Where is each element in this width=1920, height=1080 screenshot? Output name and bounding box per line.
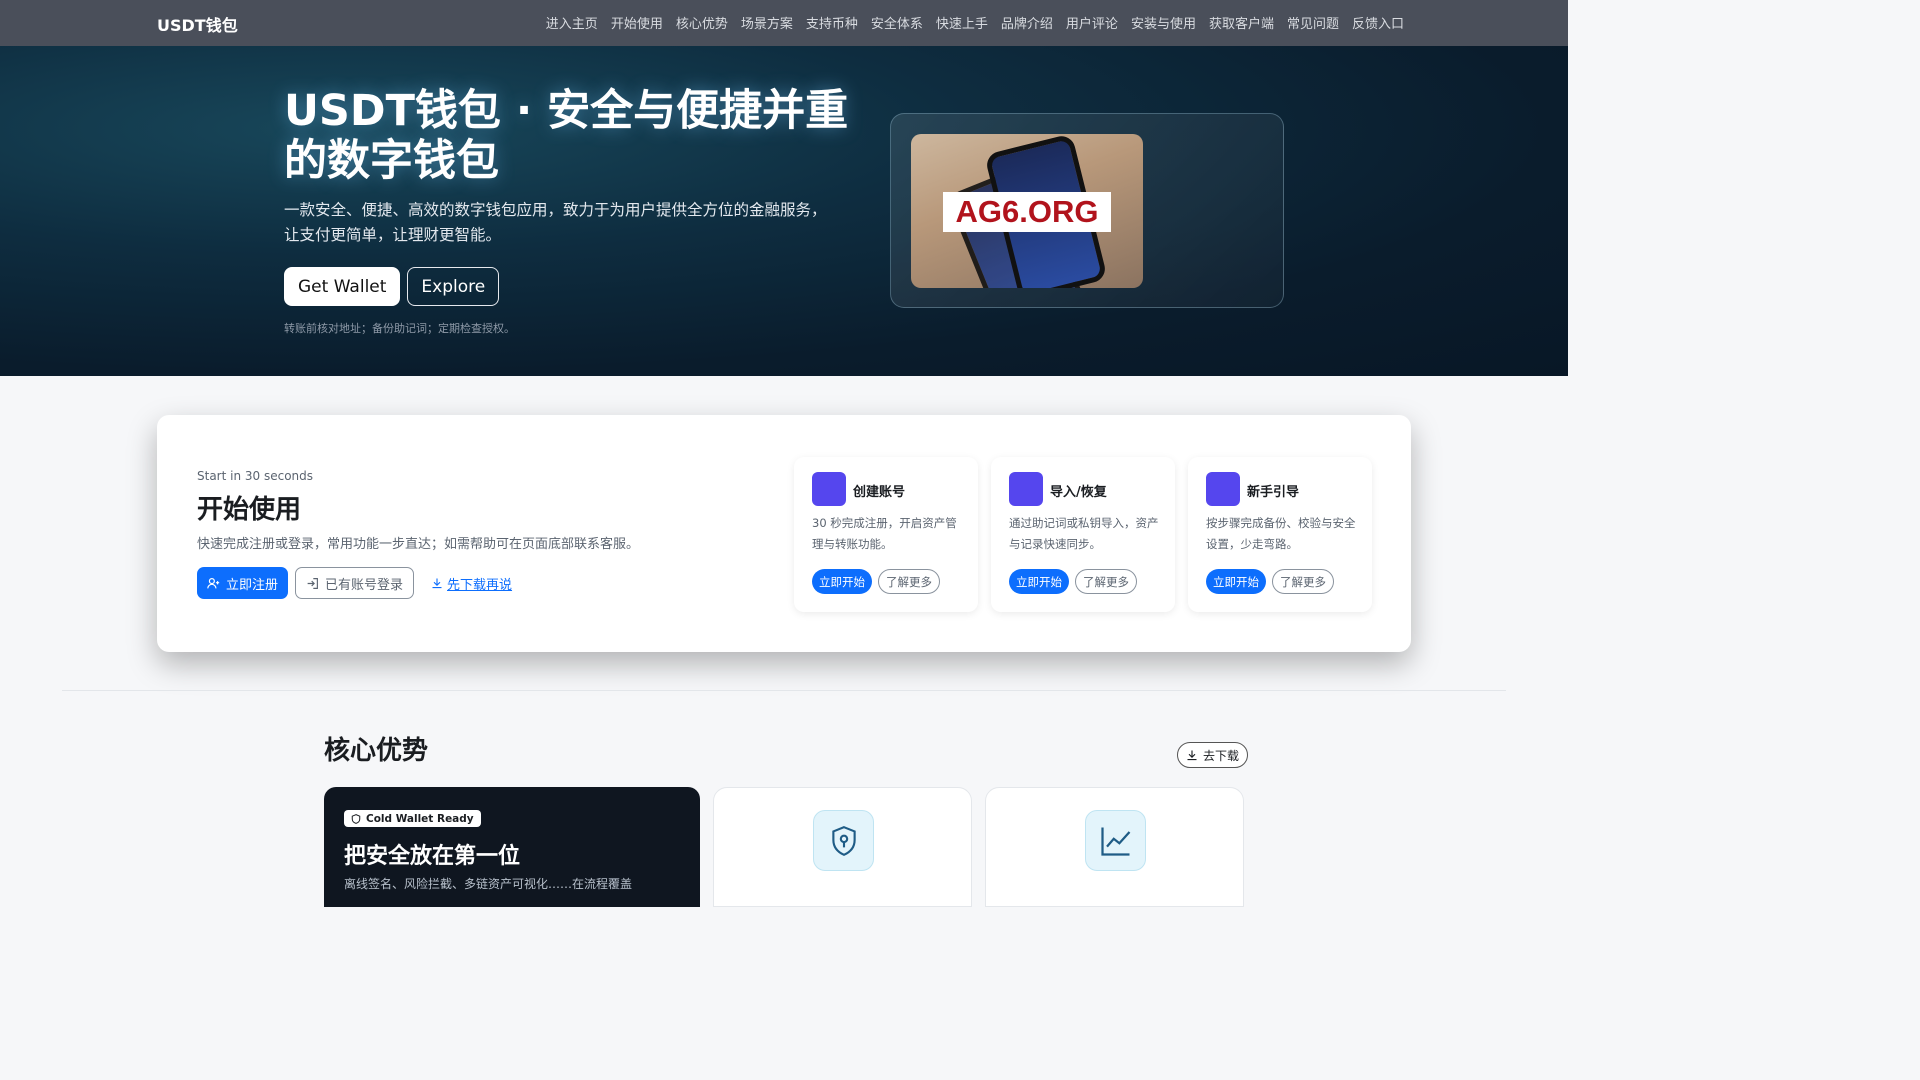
nav-link-quickstart[interactable]: 快速上手: [936, 13, 988, 32]
feature-description: 30 秒完成注册，开启资产管理与转账功能。: [812, 516, 957, 551]
hero-actions: Get Wallet Explore: [284, 267, 500, 306]
nav-link-client[interactable]: 获取客户端: [1209, 13, 1274, 32]
advantage-card-chart: [985, 787, 1244, 907]
feature-title: 导入/恢复: [1050, 485, 1107, 500]
feature-title: 创建账号: [853, 485, 906, 500]
brand-logo[interactable]: USDT钱包: [157, 12, 238, 36]
nav-link-start[interactable]: 开始使用: [611, 13, 663, 32]
login-button[interactable]: 已有账号登录: [295, 567, 415, 599]
user-plus-icon: [207, 577, 220, 588]
feature-actions: 立即开始 了解更多: [812, 569, 940, 594]
nav-link-reviews[interactable]: 用户评论: [1066, 13, 1118, 32]
go-download-label: 去下载: [1203, 748, 1240, 763]
hero-section: USDT钱包 · 安全与便捷并重的数字钱包 一款安全、便捷、高效的数字钱包应用，…: [0, 46, 1568, 376]
hero-subtitle: 一款安全、便捷、高效的数字钱包应用，致力于为用户提供全方位的金融服务，让支付更简…: [284, 201, 827, 244]
start-actions: 立即注册 已有账号登录 先下载再说: [197, 567, 512, 599]
download-first-label: 先下载再说: [447, 577, 513, 593]
login-label: 已有账号登录: [325, 577, 404, 593]
badge-label: Cold Wallet Ready: [366, 812, 474, 825]
feature-start-button[interactable]: 立即开始: [812, 569, 872, 594]
download-icon: [432, 578, 442, 589]
cold-wallet-badge: Cold Wallet Ready: [344, 810, 481, 827]
advantage-card-security: [713, 787, 972, 907]
feature-card-create-account: 创建账号 30 秒完成注册，开启资产管理与转账功能。 立即开始 了解更多: [794, 457, 978, 612]
feature-learn-more-button[interactable]: 了解更多: [878, 569, 940, 594]
register-button[interactable]: 立即注册: [197, 567, 289, 599]
go-download-button[interactable]: 去下载: [1177, 742, 1249, 768]
image-watermark-label: AG6.ORG: [943, 192, 1111, 232]
security-card-text: 离线签名、风险拦截、多链资产可视化……在流程覆盖: [344, 877, 633, 891]
download-first-link[interactable]: 先下载再说: [431, 574, 512, 593]
nav-link-advantages[interactable]: 核心优势: [676, 13, 728, 32]
feature-title: 新手引导: [1247, 485, 1300, 500]
hero-image-card: AG6.ORG: [890, 113, 1284, 308]
feature-start-button[interactable]: 立即开始: [1009, 569, 1069, 594]
nav-link-security[interactable]: 安全体系: [871, 13, 923, 32]
feature-card-beginner-guide: 新手引导 按步骤完成备份、校验与安全设置，少走弯路。 立即开始 了解更多: [1188, 457, 1372, 612]
feature-icon: [1206, 472, 1240, 506]
nav-link-currencies[interactable]: 支持币种: [806, 13, 858, 32]
security-card-title: 把安全放在第一位: [344, 844, 521, 869]
feature-card-import-restore: 导入/恢复 通过助记词或私钥导入，资产与记录快速同步。 立即开始 了解更多: [991, 457, 1175, 612]
shield-lock-icon: [813, 810, 874, 871]
advantages-title: 核心优势: [324, 736, 429, 766]
hero-safety-note: 转账前核对地址；备份助记词；定期检查授权。: [284, 322, 515, 335]
hero-title: USDT钱包 · 安全与便捷并重的数字钱包: [284, 86, 849, 186]
feature-description: 通过助记词或私钥导入，资产与记录快速同步。: [1009, 516, 1159, 551]
shield-icon: [351, 813, 361, 824]
nav-link-faq[interactable]: 常见问题: [1287, 13, 1339, 32]
start-title: 开始使用: [197, 495, 302, 525]
feature-icon: [812, 472, 846, 506]
explore-button[interactable]: Explore: [407, 267, 500, 306]
nav-link-brand[interactable]: 品牌介绍: [1001, 13, 1053, 32]
start-description: 快速完成注册或登录，常用功能一步直达；如需帮助可在页面底部联系客服。: [197, 537, 640, 552]
feature-actions: 立即开始 了解更多: [1009, 569, 1137, 594]
download-icon: [1187, 750, 1197, 761]
hero-image: AG6.ORG: [911, 134, 1143, 288]
feature-description: 按步骤完成备份、校验与安全设置，少走弯路。: [1206, 516, 1356, 551]
feature-learn-more-button[interactable]: 了解更多: [1272, 569, 1334, 594]
top-navbar: USDT钱包 进入主页 开始使用 核心优势 场景方案 支持币种 安全体系 快速上…: [0, 0, 1568, 46]
section-divider: [62, 690, 1506, 691]
feature-start-button[interactable]: 立即开始: [1206, 569, 1266, 594]
security-feature-card: Cold Wallet Ready 把安全放在第一位 离线签名、风险拦截、多链资…: [324, 787, 700, 907]
nav-link-install[interactable]: 安装与使用: [1131, 13, 1196, 32]
feature-actions: 立即开始 了解更多: [1206, 569, 1334, 594]
start-card: Start in 30 seconds 开始使用 快速完成注册或登录，常用功能一…: [157, 415, 1411, 652]
feature-learn-more-button[interactable]: 了解更多: [1075, 569, 1137, 594]
login-icon: [307, 577, 318, 589]
get-wallet-button[interactable]: Get Wallet: [284, 267, 401, 306]
feature-icon: [1009, 472, 1043, 506]
register-label: 立即注册: [226, 577, 279, 593]
start-eyebrow: Start in 30 seconds: [197, 469, 314, 483]
nav-link-scenarios[interactable]: 场景方案: [741, 13, 793, 32]
nav-links: 进入主页 开始使用 核心优势 场景方案 支持币种 安全体系 快速上手 品牌介绍 …: [546, 13, 1404, 32]
chart-line-icon: [1085, 810, 1146, 871]
nav-link-home[interactable]: 进入主页: [546, 13, 598, 32]
nav-link-feedback[interactable]: 反馈入口: [1352, 13, 1404, 32]
